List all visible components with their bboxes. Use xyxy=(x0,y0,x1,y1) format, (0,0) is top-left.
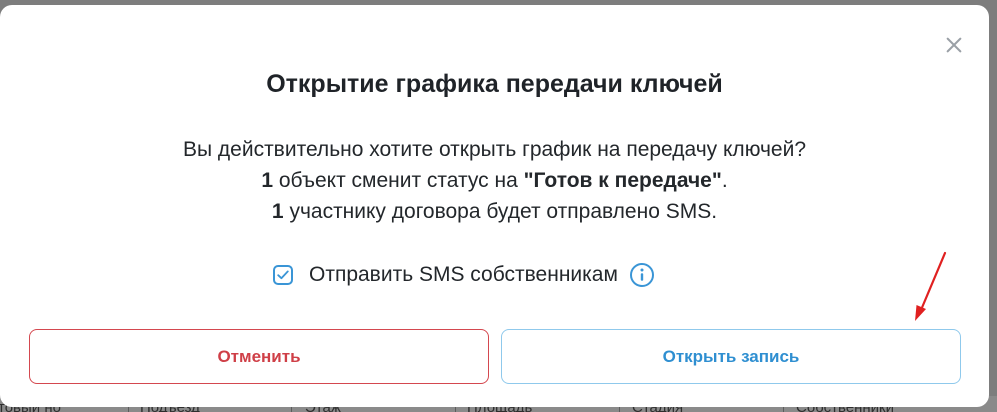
dialog-message: Вы действительно хотите открыть график н… xyxy=(0,134,989,227)
message-line-sms: 1 участнику договора будет отправлено SM… xyxy=(0,196,989,227)
info-icon[interactable] xyxy=(629,262,655,288)
checkmark-icon xyxy=(277,270,289,280)
target-status: "Готов к передаче" xyxy=(523,169,722,192)
dialog-title: Открытие графика передачи ключей xyxy=(266,70,723,98)
status-change-text: объект сменит статус на xyxy=(273,169,524,192)
annotation-arrow-icon xyxy=(915,251,947,321)
open-schedule-dialog: Открытие графика передачи ключей Вы дейс… xyxy=(0,5,989,407)
send-sms-checkbox[interactable] xyxy=(273,265,293,285)
close-icon[interactable] xyxy=(940,31,968,59)
status-line-end: . xyxy=(721,169,728,192)
open-record-button[interactable]: Открыть запись xyxy=(501,329,961,384)
object-count: 1 xyxy=(261,169,273,192)
message-line-question: Вы действительно хотите открыть график н… xyxy=(182,138,807,161)
message-line-status: 1 объект сменит статус на "Готов к перед… xyxy=(0,165,989,196)
send-sms-option[interactable]: Отправить SMS собственникам xyxy=(273,260,655,290)
participant-count: 1 xyxy=(271,200,284,223)
cancel-button[interactable]: Отменить xyxy=(29,329,489,384)
sms-notice-text: участнику договора будет отправлено SMS. xyxy=(283,200,718,223)
send-sms-label: Отправить SMS собственникам xyxy=(309,263,618,286)
